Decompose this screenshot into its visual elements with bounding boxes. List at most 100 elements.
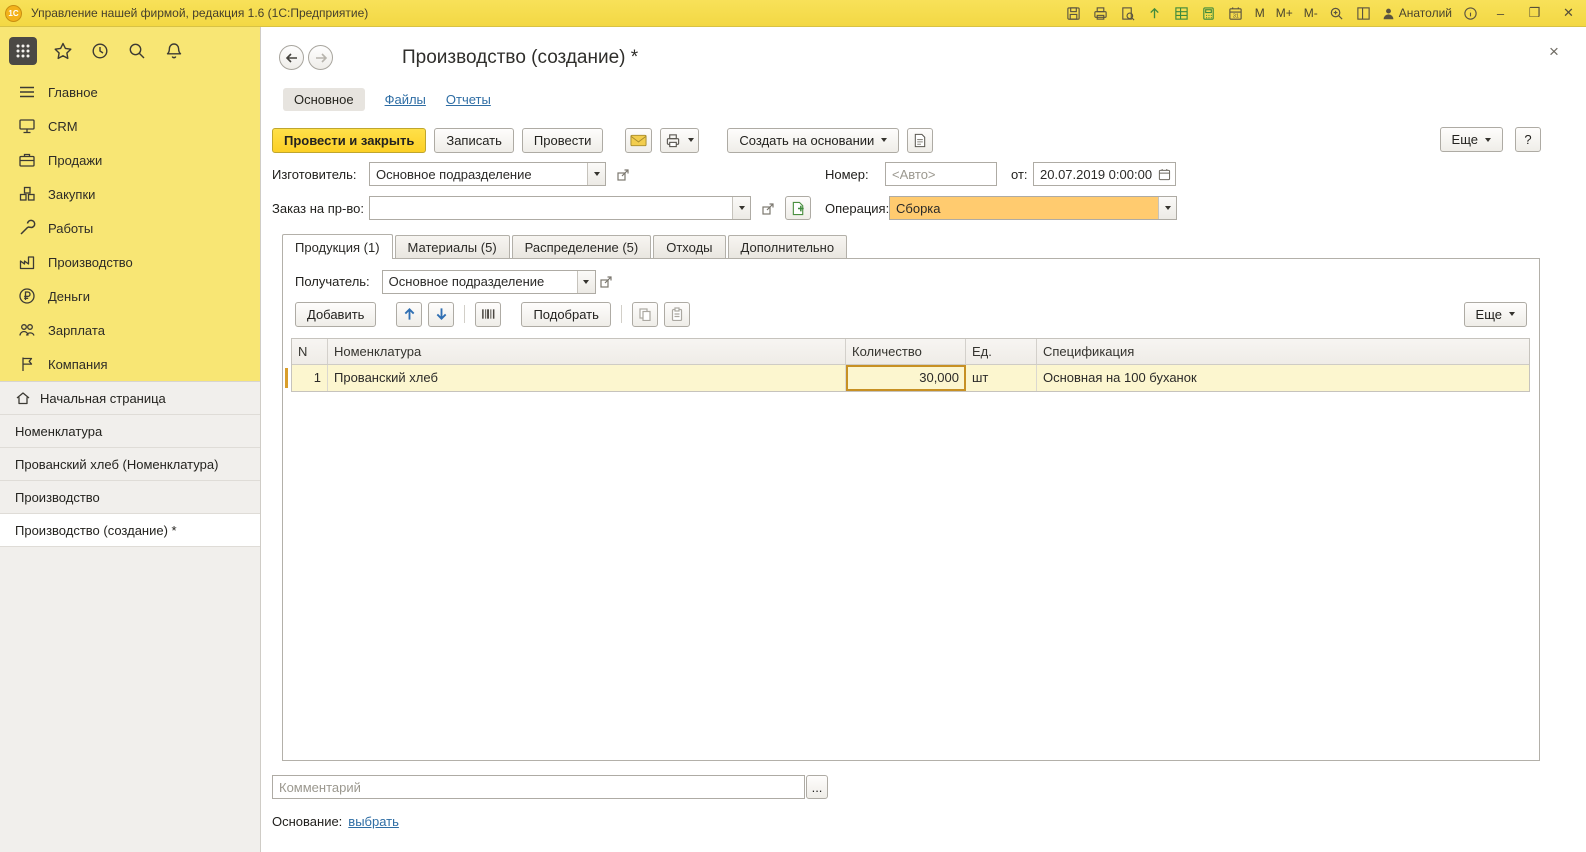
- history-button[interactable]: [89, 40, 111, 62]
- calendar-icon[interactable]: 31: [1227, 4, 1245, 22]
- font-size-m-minus-button[interactable]: M-: [1303, 6, 1319, 20]
- write-button[interactable]: Записать: [434, 127, 514, 153]
- manufacturer-dropdown-button[interactable]: [587, 163, 605, 185]
- layout-panels-icon[interactable]: [1355, 4, 1373, 22]
- back-button[interactable]: [279, 45, 304, 70]
- sidebar-item-sales[interactable]: Продажи: [0, 143, 260, 177]
- order-dropdown-button[interactable]: [732, 197, 750, 219]
- maximize-button[interactable]: ❒: [1522, 4, 1547, 23]
- create-order-button[interactable]: [785, 196, 811, 220]
- cell-nomenclature[interactable]: Прованский хлеб: [328, 365, 846, 391]
- more-button[interactable]: Еще: [1439, 127, 1503, 152]
- forward-button[interactable]: [308, 45, 333, 70]
- page-tabs: Основное Файлы Отчеты: [283, 87, 491, 112]
- info-icon[interactable]: [1461, 4, 1479, 22]
- search-icon: [129, 43, 145, 59]
- minimize-button[interactable]: –: [1488, 4, 1513, 23]
- add-row-button[interactable]: Добавить: [295, 301, 377, 327]
- col-header-n[interactable]: N: [292, 339, 328, 364]
- post-and-close-button[interactable]: Провести и закрыть: [272, 127, 427, 153]
- order-combo[interactable]: [369, 196, 751, 220]
- save-icon[interactable]: [1065, 4, 1083, 22]
- email-button[interactable]: [625, 127, 653, 153]
- sidebar-item-money[interactable]: Деньги: [0, 279, 260, 313]
- send-icon[interactable]: [1146, 4, 1164, 22]
- col-header-specification[interactable]: Спецификация: [1037, 339, 1529, 364]
- sidebar-item-production[interactable]: Производство: [0, 245, 260, 279]
- order-open-button[interactable]: [757, 198, 778, 219]
- barcode-scan-button[interactable]: [475, 301, 502, 327]
- cell-row-number[interactable]: 1: [292, 365, 328, 391]
- comment-input[interactable]: [272, 775, 805, 799]
- manufacturer-combo[interactable]: Основное подразделение: [369, 162, 606, 186]
- nav-item-provencal-bread[interactable]: Прованский хлеб (Номенклатура): [0, 448, 260, 481]
- col-header-quantity[interactable]: Количество: [846, 339, 966, 364]
- tab-materials[interactable]: Материалы (5): [394, 235, 510, 259]
- cell-specification[interactable]: Основная на 100 буханок: [1037, 365, 1529, 391]
- calendar-picker-icon[interactable]: [1158, 168, 1171, 181]
- tab-products[interactable]: Продукция (1): [282, 234, 393, 259]
- number-label: Номер:: [825, 167, 869, 182]
- tab-main[interactable]: Основное: [283, 88, 365, 111]
- col-header-unit[interactable]: Ед.: [966, 339, 1037, 364]
- nav-item-production-new[interactable]: Производство (создание) *: [0, 514, 260, 547]
- sidebar-item-salary[interactable]: Зарплата: [0, 313, 260, 347]
- sidebar-item-main[interactable]: Главное: [0, 75, 260, 109]
- document-form: Производство (создание) * × Основное Фай…: [261, 27, 1586, 852]
- col-header-nomenclature[interactable]: Номенклатура: [328, 339, 846, 364]
- paste-rows-button[interactable]: [663, 301, 690, 327]
- move-down-button[interactable]: [428, 301, 455, 327]
- table-more-button[interactable]: Еще: [1463, 301, 1527, 327]
- sidebar-item-works[interactable]: Работы: [0, 211, 260, 245]
- form-close-button[interactable]: ×: [1544, 42, 1564, 62]
- sidebar-item-crm[interactable]: CRM: [0, 109, 260, 143]
- notifications-button[interactable]: [163, 40, 185, 62]
- tab-distribution[interactable]: Распределение (5): [511, 235, 652, 259]
- document-report-button[interactable]: [907, 127, 934, 153]
- star-icon: [54, 42, 72, 60]
- cell-unit[interactable]: шт: [966, 365, 1037, 391]
- post-button[interactable]: Провести: [521, 127, 604, 153]
- sections-menu-button[interactable]: [9, 37, 37, 65]
- date-input[interactable]: 20.07.2019 0:00:00: [1033, 162, 1176, 186]
- print-icon[interactable]: [1092, 4, 1110, 22]
- nav-item-nomenclature[interactable]: Номенклатура: [0, 415, 260, 448]
- create-on-basis-button[interactable]: Создать на основании: [727, 127, 900, 153]
- recipient-combo[interactable]: Основное подразделение: [381, 269, 596, 294]
- pick-button[interactable]: Подобрать: [521, 301, 611, 327]
- print-preview-icon[interactable]: [1119, 4, 1137, 22]
- table-row[interactable]: 1 Прованский хлеб 30,000 шт Основная на …: [285, 364, 1529, 391]
- recipient-dropdown-button[interactable]: [576, 270, 595, 293]
- font-size-m-plus-button[interactable]: M+: [1275, 6, 1294, 20]
- operation-dropdown-button[interactable]: [1158, 197, 1176, 219]
- favorites-button[interactable]: [52, 40, 74, 62]
- current-user[interactable]: Анатолий: [1382, 6, 1452, 20]
- zoom-icon[interactable]: [1328, 4, 1346, 22]
- number-input[interactable]: [885, 162, 997, 186]
- sidebar-item-purchases[interactable]: Закупки: [0, 177, 260, 211]
- manufacturer-open-button[interactable]: [612, 164, 633, 185]
- sidebar-item-company[interactable]: Компания: [0, 347, 260, 381]
- tab-files[interactable]: Файлы: [385, 92, 426, 107]
- window-close-button[interactable]: ✕: [1556, 4, 1581, 23]
- tab-reports[interactable]: Отчеты: [446, 92, 491, 107]
- nav-item-home[interactable]: Начальная страница: [0, 382, 260, 415]
- move-up-button[interactable]: [396, 301, 423, 327]
- search-button[interactable]: [126, 40, 148, 62]
- font-size-m-button[interactable]: M: [1254, 6, 1266, 20]
- sidebar: Главное CRM Продажи Закупки Работы Произ…: [0, 27, 261, 852]
- operation-combo[interactable]: Сборка: [889, 196, 1177, 220]
- copy-rows-button[interactable]: [631, 301, 658, 327]
- tab-waste[interactable]: Отходы: [653, 235, 726, 259]
- cell-quantity-editor[interactable]: 30,000: [846, 365, 966, 391]
- help-button[interactable]: ?: [1515, 127, 1541, 152]
- recipient-open-button[interactable]: [596, 271, 617, 292]
- nav-item-production-list[interactable]: Производство: [0, 481, 260, 514]
- window-title: Управление нашей фирмой, редакция 1.6 (1…: [31, 6, 369, 20]
- comment-ellipsis-button[interactable]: ...: [806, 775, 828, 799]
- calculator-icon[interactable]: [1200, 4, 1218, 22]
- print-button[interactable]: [660, 127, 700, 153]
- spreadsheet-icon[interactable]: [1173, 4, 1191, 22]
- basis-select-link[interactable]: выбрать: [348, 814, 399, 829]
- tab-additional[interactable]: Дополнительно: [727, 235, 848, 259]
